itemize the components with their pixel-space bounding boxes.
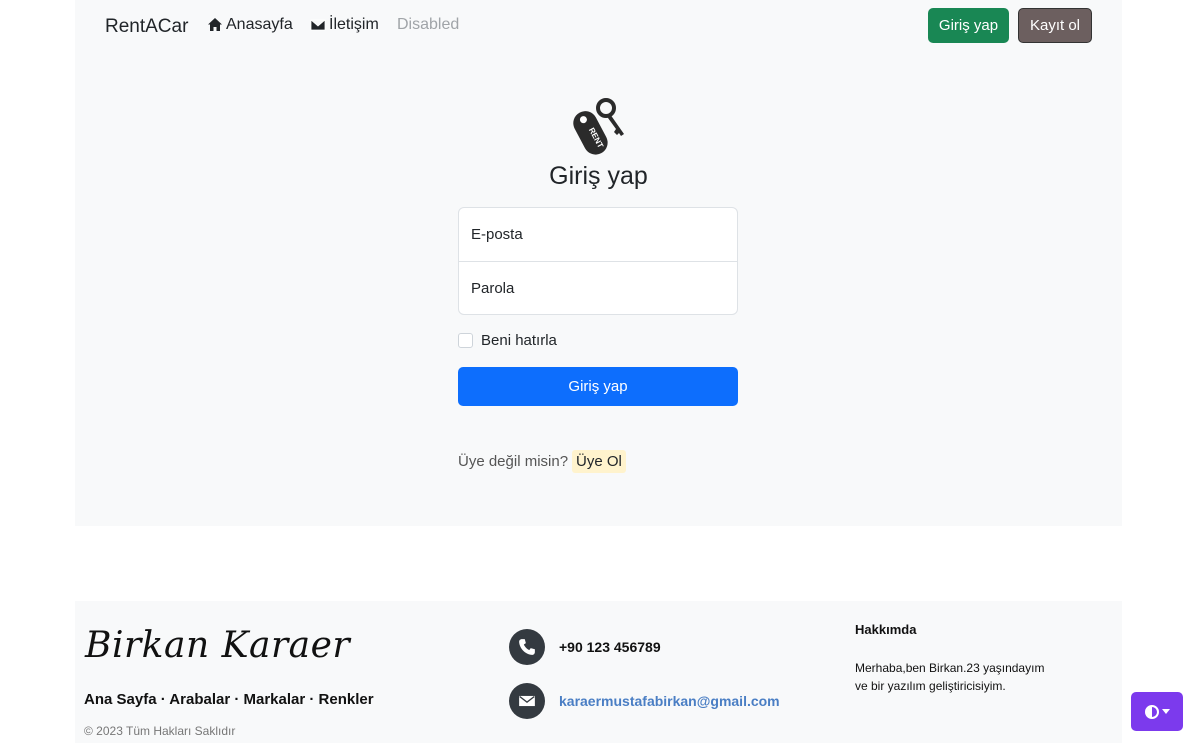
main-area: RentACar Anasayfa İletişim Disabled Giri…: [75, 0, 1122, 526]
login-form-fields: E-posta Parola: [458, 207, 738, 315]
register-button[interactable]: Kayıt ol: [1018, 8, 1092, 43]
brand-link[interactable]: RentACar: [105, 16, 188, 38]
navbar: RentACar Anasayfa İletişim Disabled Giri…: [75, 0, 1122, 52]
footer-name: Birkan Karaer: [85, 625, 351, 666]
submit-login-button[interactable]: Giriş yap: [458, 367, 738, 406]
footer-phone: +90 123 456789: [559, 639, 661, 655]
theme-toggle-button[interactable]: [1131, 692, 1183, 731]
nav-home-link[interactable]: Anasayfa: [207, 16, 293, 34]
about-title: Hakkımda: [855, 622, 917, 637]
contrast-icon: [1144, 704, 1159, 719]
footer-links[interactable]: Ana Sayfa · Arabalar · Markalar · Renkle…: [84, 691, 374, 708]
login-button[interactable]: Giriş yap: [928, 8, 1009, 43]
nav-home-label: Anasayfa: [226, 16, 293, 33]
footer-copyright: © 2023 Tüm Hakları Saklıdır: [84, 724, 236, 738]
signup-prompt: Üye değil misin? Üye Ol: [458, 450, 626, 473]
phone-icon: [509, 629, 545, 665]
remember-checkbox[interactable]: [458, 333, 473, 348]
signup-prompt-text: Üye değil misin?: [458, 453, 569, 470]
nav-contact-label: İletişim: [329, 16, 379, 33]
rent-key-logo: RENT: [573, 98, 624, 155]
caret-down-icon: [1161, 709, 1170, 714]
home-icon: [208, 18, 222, 31]
signup-link[interactable]: Üye Ol: [572, 450, 626, 473]
nav-disabled-link: Disabled: [397, 16, 460, 33]
remember-me[interactable]: Beni hatırla: [458, 332, 557, 349]
envelope-icon: [310, 19, 326, 31]
about-text-line-2: ve bir yazılım geliştiricisiyim.: [855, 679, 1006, 693]
remember-label: Beni hatırla: [481, 332, 557, 349]
footer-email-link[interactable]: karaermustafabirkan@gmail.com: [559, 693, 780, 709]
envelope-icon: [509, 683, 545, 719]
login-title: Giriş yap: [549, 162, 648, 190]
email-field[interactable]: E-posta: [459, 208, 737, 261]
password-field[interactable]: Parola: [459, 261, 737, 314]
footer: Birkan Karaer Ana Sayfa · Arabalar · Mar…: [75, 601, 1122, 743]
about-text-line-1: Merhaba,ben Birkan.23 yaşındayım: [855, 661, 1045, 675]
about-text: Merhaba,ben Birkan.23 yaşındayım ve bir …: [855, 659, 1065, 695]
nav-contact-link[interactable]: İletişim: [310, 16, 379, 34]
